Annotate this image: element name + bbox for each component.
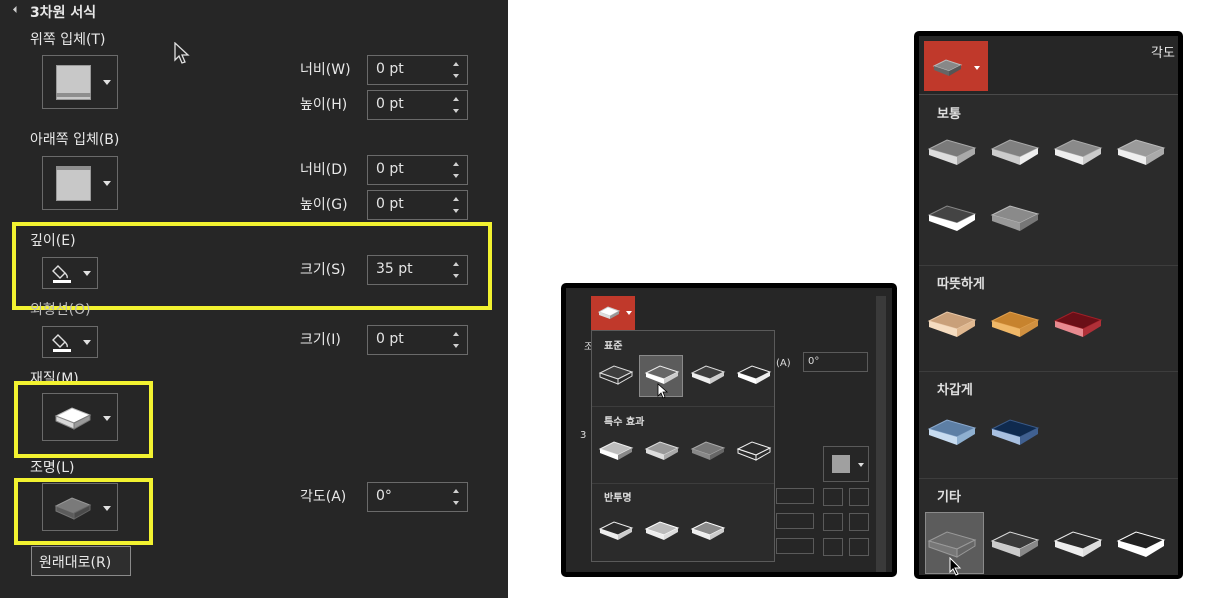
lighting-warm-row[interactable] xyxy=(925,307,1125,347)
bottom-height-label: 높이(G) xyxy=(300,197,348,213)
spinner-arrows-icon[interactable] xyxy=(453,487,461,509)
section-special: 특수 효과 xyxy=(604,417,645,428)
contour-label: 외형선(O) xyxy=(30,302,91,318)
behind-angle-label: 각도 xyxy=(1151,46,1175,61)
behind-color-dropdown xyxy=(823,446,869,482)
lighting-normal-grid[interactable] xyxy=(925,135,1175,255)
material-dark-edge-icon xyxy=(598,441,634,460)
lighting-dropdown-selected[interactable] xyxy=(924,41,988,91)
material-metal-icon xyxy=(736,365,772,384)
rotate-y-down-icon xyxy=(823,513,843,531)
material-special-row[interactable] xyxy=(596,437,776,467)
spinner-arrows-icon[interactable] xyxy=(453,60,461,82)
bottom-height-spinner[interactable]: 0 pt xyxy=(367,190,468,220)
material-translucent-row[interactable] xyxy=(596,517,736,547)
lighting-sunset-icon xyxy=(1053,311,1103,337)
material-dropdown-selected[interactable] xyxy=(591,296,635,330)
material-flat-icon xyxy=(690,441,726,460)
fill-bucket-icon xyxy=(52,334,71,352)
chevron-down-icon xyxy=(974,66,980,70)
contour-color-dropdown[interactable] xyxy=(42,326,98,358)
section-cool: 차갑게 xyxy=(937,383,973,398)
spinner-arrows-icon[interactable] xyxy=(453,160,461,182)
chevron-down-icon xyxy=(626,311,632,315)
mouse-cursor-icon xyxy=(949,557,962,576)
chevron-down-icon xyxy=(83,340,91,345)
material-soft-edge-icon xyxy=(644,441,680,460)
section-standard: 표준 xyxy=(604,341,623,352)
section-translucent: 반투명 xyxy=(604,493,632,504)
top-height-spinner[interactable]: 0 pt xyxy=(367,90,468,120)
section-collapse-icon[interactable] xyxy=(12,5,21,14)
angle-label: 각도(A) xyxy=(300,489,347,505)
lighting-label: 조명(L) xyxy=(30,460,75,476)
lighting-three-point-icon xyxy=(927,139,977,165)
rotate-y-up-icon xyxy=(849,513,869,531)
material-preview-icon xyxy=(597,306,621,319)
bevel-preview-icon xyxy=(56,166,91,201)
bottom-width-label: 너비(D) xyxy=(300,162,348,178)
reset-button[interactable]: 원래대로(R) xyxy=(31,546,131,576)
lighting-glow-icon xyxy=(1053,531,1103,557)
spinner-arrows-icon[interactable] xyxy=(453,195,461,217)
spinner-arrows-icon[interactable] xyxy=(453,95,461,117)
lighting-freezing-icon xyxy=(990,419,1040,445)
contour-size-spinner[interactable]: 0 pt xyxy=(367,325,468,355)
top-height-label: 높이(H) xyxy=(300,97,348,113)
format-3d-panel: 3차원 서식 위쪽 입체(T) 너비(W) 0 pt 높이(H) 0 pt 아래… xyxy=(0,0,508,598)
section-normal: 보통 xyxy=(937,107,961,122)
material-popup-frame: 조 (A) 0° 3 표준 특수 효과 반투명 xyxy=(561,283,897,577)
lighting-chilly-icon xyxy=(927,419,977,445)
mouse-cursor-icon xyxy=(174,42,190,64)
lighting-two-point-icon xyxy=(990,531,1040,557)
lighting-soft-icon xyxy=(1053,139,1103,165)
rotate-x-left-icon xyxy=(823,488,843,506)
material-menu: 표준 특수 효과 반투명 xyxy=(591,330,775,562)
angle-spinner[interactable]: 0° xyxy=(367,482,468,512)
lighting-popup-frame: 각도 보통 따뜻하게 차갑게 기타 xyxy=(914,31,1183,579)
lighting-menu: 보통 따뜻하게 차갑게 기타 xyxy=(919,94,1178,576)
material-standard-row[interactable] xyxy=(596,361,776,391)
top-bevel-dropdown[interactable] xyxy=(42,55,118,109)
lighting-harsh-icon xyxy=(1116,139,1166,165)
behind-angle-spinner: 0° xyxy=(803,352,868,372)
material-translucent-powder-icon xyxy=(690,521,726,540)
rotate-z-right-icon xyxy=(849,538,869,556)
contour-size-label: 크기(I) xyxy=(300,332,341,348)
mouse-cursor-icon xyxy=(657,383,669,399)
material-highlight-box xyxy=(14,381,153,458)
material-matte-icon xyxy=(598,365,634,385)
rotate-x-right-icon xyxy=(849,488,869,506)
material-plastic-icon xyxy=(690,365,726,384)
material-wireframe-icon xyxy=(736,441,772,461)
lighting-balanced-icon xyxy=(990,139,1040,165)
lighting-preview-icon xyxy=(932,59,963,76)
top-bevel-label: 위쪽 입체(T) xyxy=(30,32,106,48)
lighting-cool-row[interactable] xyxy=(925,415,1065,455)
rotate-z-left-icon xyxy=(823,538,843,556)
lighting-highlight-box xyxy=(14,478,153,545)
section-title[interactable]: 3차원 서식 xyxy=(30,2,96,22)
lighting-bright-room-icon xyxy=(1116,531,1166,557)
top-width-spinner[interactable]: 0 pt xyxy=(367,55,468,85)
lighting-sunrise-icon xyxy=(990,311,1040,337)
section-warm: 따뜻하게 xyxy=(937,277,985,292)
material-warm-matte-icon xyxy=(644,365,680,384)
material-clear-icon xyxy=(644,521,680,540)
bottom-width-spinner[interactable]: 0 pt xyxy=(367,155,468,185)
lighting-morning-icon xyxy=(927,311,977,337)
bottom-bevel-label: 아래쪽 입체(B) xyxy=(30,132,120,148)
lighting-flat-icon xyxy=(927,531,977,558)
section-other: 기타 xyxy=(937,490,961,505)
depth-highlight-box xyxy=(12,222,492,310)
top-width-label: 너비(W) xyxy=(300,62,351,78)
chevron-down-icon xyxy=(103,181,111,186)
scrollbar[interactable] xyxy=(876,296,886,572)
material-powder-icon xyxy=(598,521,634,540)
lighting-flood-icon xyxy=(927,205,977,231)
lighting-contrasting-icon xyxy=(990,205,1040,231)
spinner-arrows-icon[interactable] xyxy=(453,330,461,352)
chevron-down-icon xyxy=(103,80,111,85)
bottom-bevel-dropdown[interactable] xyxy=(42,156,118,210)
